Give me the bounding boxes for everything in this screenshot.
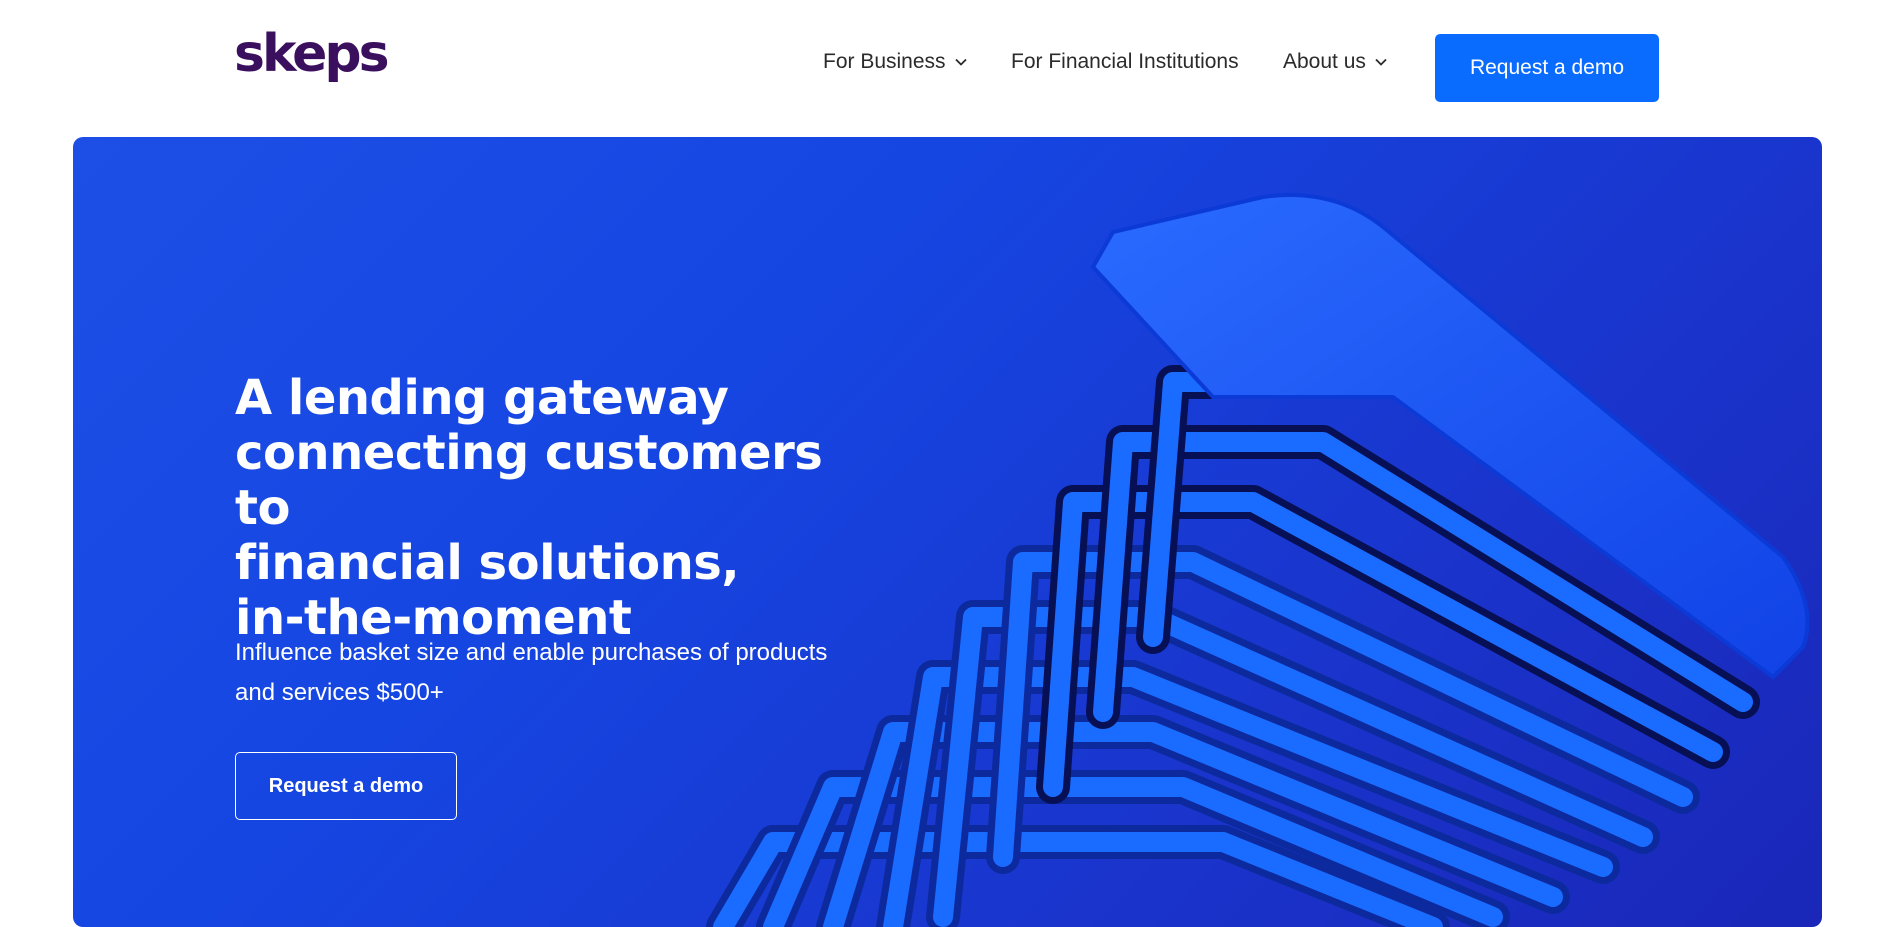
hero-subtext-line-1: Influence basket size and enable purchas… (235, 639, 828, 666)
hero-subtext-line-2: and services $500+ (235, 679, 444, 706)
nav-for-financial-institutions-label: For Financial Institutions (1011, 50, 1239, 73)
site-header: skeps For Business For Financial Institu… (0, 0, 1894, 137)
chevron-down-icon (1375, 58, 1387, 66)
hero-headline-line-2: connecting customers to (235, 425, 823, 536)
nav-for-business-label: For Business (823, 50, 946, 73)
hero-banner: A lending gateway connecting customers t… (73, 137, 1822, 927)
nav-for-financial-institutions[interactable]: For Financial Institutions (1011, 50, 1239, 74)
chevron-down-icon (954, 58, 967, 66)
hero-request-demo-button[interactable]: Request a demo (235, 752, 457, 820)
hero-headline: A lending gateway connecting customers t… (235, 371, 875, 646)
request-demo-button[interactable]: Request a demo (1435, 34, 1659, 102)
hero-headline-line-3: financial solutions, (235, 535, 740, 591)
skeps-logo[interactable]: skeps (234, 28, 390, 80)
nav-about-us[interactable]: About us (1283, 50, 1388, 74)
nav-about-us-label: About us (1283, 50, 1366, 73)
hero-subtext: Influence basket size and enable purchas… (235, 633, 855, 713)
nav-for-business[interactable]: For Business (823, 50, 968, 74)
hero-headline-line-1: A lending gateway (235, 370, 729, 426)
